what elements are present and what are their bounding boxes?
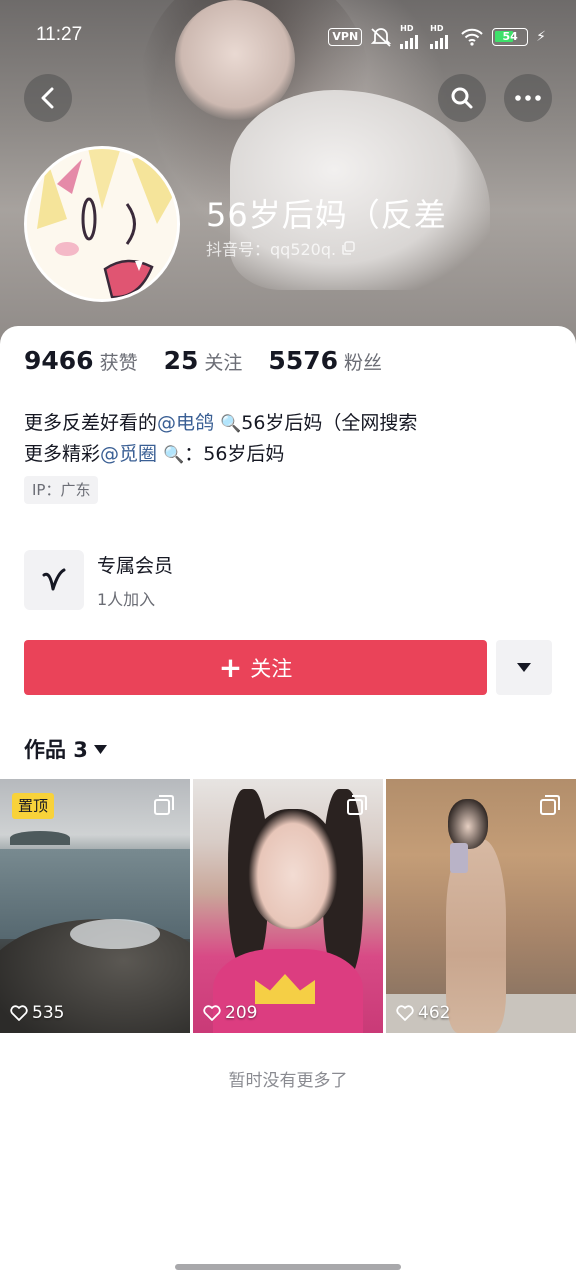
stat-label: 关注 — [204, 352, 243, 374]
search-button[interactable] — [438, 74, 486, 122]
bio-text: 更多反差好看的 — [24, 412, 158, 434]
stat-value: 9466 — [24, 346, 94, 375]
vpn-icon: VPN — [328, 28, 363, 46]
profile-bio: 更多反差好看的@电鸽 🔍56岁后妈（全网搜索 更多精彩@觅圈 🔍：56岁后妈 — [24, 408, 417, 470]
charging-icon: ⚡ — [536, 29, 546, 45]
douyin-id-text: 抖音号：qq520q. — [206, 240, 337, 259]
like-count-text: 535 — [32, 1003, 65, 1023]
bio-mention-link[interactable]: @觅圈 — [100, 443, 157, 465]
stat-value: 5576 — [268, 346, 339, 375]
stat-followers[interactable]: 5576 粉丝 — [268, 346, 382, 375]
hd-label-2: HD — [430, 24, 444, 33]
more-options-button[interactable] — [504, 74, 552, 122]
status-time: 11:27 — [36, 24, 83, 45]
follow-button-label: 关注 — [250, 656, 293, 681]
membership-title: 专属会员 — [97, 554, 174, 577]
wifi-icon — [461, 28, 483, 46]
membership-subtitle: 1人加入 — [97, 589, 156, 609]
multi-image-icon — [347, 795, 367, 815]
recommend-dropdown-button[interactable] — [496, 640, 552, 695]
multi-image-icon — [154, 795, 174, 815]
bio-line-1: 更多反差好看的@电鸽 🔍56岁后妈（全网搜索 — [24, 408, 417, 439]
battery-icon: 54 — [492, 28, 529, 46]
more-dots-icon — [515, 95, 541, 101]
mute-icon — [370, 28, 392, 47]
video-thumbnail[interactable]: 置顶 535 — [0, 779, 190, 1033]
avatar[interactable] — [24, 146, 180, 302]
douyin-id[interactable]: 抖音号：qq520q. — [206, 236, 356, 260]
works-tab-label: 作品 3 — [24, 738, 88, 762]
plus-icon: + — [218, 651, 243, 684]
back-button[interactable] — [24, 74, 72, 122]
hd-label: HD — [400, 24, 414, 33]
battery-level: 54 — [502, 30, 518, 43]
video-thumbnail[interactable]: 462 — [386, 779, 576, 1033]
signal-icon-2 — [430, 33, 452, 49]
pinned-badge: 置顶 — [12, 793, 55, 819]
status-bar: 11:27 VPN HD HD 54 ⚡ — [0, 0, 576, 72]
bio-text: 56岁后妈（全网搜索 — [241, 412, 418, 434]
stat-label: 粉丝 — [344, 352, 383, 374]
video-like-count: 209 — [203, 1003, 257, 1023]
stat-label: 获赞 — [99, 352, 138, 374]
home-indicator[interactable] — [175, 1264, 401, 1270]
search-icon — [451, 87, 473, 109]
profile-card: 9466 获赞 25 关注 5576 粉丝 更多反差好看的@电鸽 🔍56岁后妈（… — [0, 326, 576, 1280]
like-count-text: 209 — [225, 1003, 258, 1023]
multi-image-icon — [540, 795, 560, 815]
signal-icon — [400, 33, 422, 49]
ip-location-tag: IP：广东 — [24, 476, 99, 504]
caret-down-icon — [93, 744, 107, 754]
bio-mention-link[interactable]: @电鸽 — [157, 412, 214, 434]
bio-text: 更多精彩 — [24, 443, 101, 465]
membership-v-icon — [24, 550, 84, 610]
exclusive-membership-entry[interactable]: 专属会员 1人加入 — [24, 550, 173, 610]
video-grid: 置顶 535 209 462 — [0, 779, 576, 1033]
anime-avatar-image — [27, 149, 177, 299]
heart-outline-icon — [396, 1005, 414, 1021]
stat-value: 25 — [163, 346, 199, 375]
heart-outline-icon — [203, 1005, 221, 1021]
no-more-content-text: 暂时没有更多了 — [228, 1071, 348, 1091]
video-like-count: 462 — [396, 1003, 450, 1023]
stat-following[interactable]: 25 关注 — [164, 346, 243, 375]
chevron-left-icon — [41, 87, 54, 109]
heart-outline-icon — [10, 1005, 28, 1021]
copy-icon[interactable] — [340, 240, 356, 256]
like-count-text: 462 — [418, 1003, 451, 1023]
profile-nickname: 56岁后妈（反差 — [206, 196, 447, 234]
video-like-count: 535 — [10, 1003, 64, 1023]
bio-line-2: 更多精彩@觅圈 🔍：56岁后妈 — [24, 439, 417, 470]
profile-stats: 9466 获赞 25 关注 5576 粉丝 — [24, 346, 408, 375]
video-thumbnail[interactable]: 209 — [193, 779, 383, 1033]
search-magnifier-emoji-icon: 🔍 — [220, 414, 242, 434]
follow-button[interactable]: + 关注 — [24, 640, 487, 695]
search-magnifier-emoji-icon: 🔍 — [163, 445, 185, 465]
caret-down-icon — [517, 663, 531, 672]
bio-text: ：56岁后妈 — [184, 443, 285, 465]
stat-likes[interactable]: 9466 获赞 — [24, 346, 138, 375]
tab-works[interactable]: 作品 3 — [24, 734, 107, 764]
